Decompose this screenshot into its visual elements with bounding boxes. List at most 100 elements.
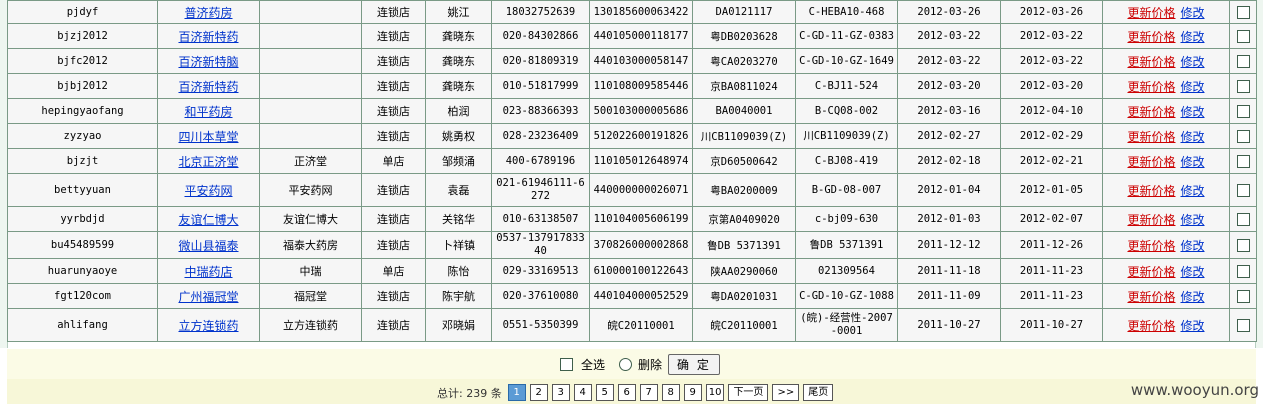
pharmacy-name-link[interactable]: 广州福冠堂 — [178, 290, 238, 304]
pharmacy-name-link[interactable]: 百济新特药 — [178, 30, 238, 44]
phone-cell: 020-81809319 — [491, 48, 590, 74]
pharmacy-name-link[interactable]: 微山县福泰 — [178, 239, 238, 253]
update-price-link[interactable]: 更新价格 — [1127, 55, 1175, 69]
update-price-link[interactable]: 更新价格 — [1127, 80, 1175, 94]
updated-date-cell: 2011-10-27 — [1000, 308, 1103, 342]
delete-label: 删除 — [638, 358, 663, 372]
select-all-label: 全选 — [581, 358, 606, 372]
pharmacy-name-link[interactable]: 平安药网 — [184, 184, 232, 198]
edit-link[interactable]: 修改 — [1181, 105, 1205, 119]
permit-code-cell: 皖C20110001 — [692, 308, 796, 342]
edit-link[interactable]: 修改 — [1181, 265, 1205, 279]
next-page-link[interactable]: 下一页 — [728, 384, 769, 401]
page-link-3[interactable]: 3 — [551, 384, 570, 401]
edit-link[interactable]: 修改 — [1181, 80, 1205, 94]
phone-cell: 029-33169513 — [491, 258, 590, 284]
page-link-6[interactable]: 6 — [617, 384, 636, 401]
page-link-5[interactable]: 5 — [595, 384, 614, 401]
page-link-4[interactable]: 4 — [573, 384, 592, 401]
update-price-link[interactable]: 更新价格 — [1127, 290, 1175, 304]
select-all-checkbox[interactable] — [560, 358, 573, 371]
contact-name-cell: 陈宇航 — [425, 283, 492, 309]
row-select-checkbox[interactable] — [1236, 183, 1250, 197]
page-link-9[interactable]: 9 — [683, 384, 702, 401]
edit-link[interactable]: 修改 — [1181, 155, 1205, 169]
pharmacy-name-cell: 和平药房 — [157, 98, 260, 124]
pharmacy-name-cell: 立方连锁药 — [157, 308, 260, 342]
row-select-checkbox[interactable] — [1236, 289, 1250, 303]
pharmacy-name-link[interactable]: 四川本草堂 — [178, 130, 238, 144]
alias-cell: 正济堂 — [259, 148, 362, 174]
pharmacy-name-link[interactable]: 北京正济堂 — [178, 155, 238, 169]
updated-date-cell: 2011-11-23 — [1000, 283, 1103, 309]
row-select-checkbox[interactable] — [1236, 5, 1250, 19]
store-type-cell: 单店 — [361, 258, 426, 284]
pharmacy-name-link[interactable]: 百济新特药 — [178, 80, 238, 94]
pharmacy-name-cell: 百济新特脑 — [157, 48, 260, 74]
row-select-checkbox[interactable] — [1236, 104, 1250, 118]
update-price-link[interactable]: 更新价格 — [1127, 105, 1175, 119]
edit-link[interactable]: 修改 — [1181, 239, 1205, 253]
update-price-link[interactable]: 更新价格 — [1127, 213, 1175, 227]
pagination-bar: 总计: 239 条 1 2 3 4 5 6 7 8 9 10 下一页 >> 尾页 — [7, 379, 1256, 404]
edit-link[interactable]: 修改 — [1181, 184, 1205, 198]
username-cell: bjbj2012 — [7, 73, 158, 99]
license-number-cell: 440104000052529 — [589, 283, 693, 309]
permit-code-cell: 京BA0811024 — [692, 73, 796, 99]
edit-link[interactable]: 修改 — [1181, 6, 1205, 20]
site-watermark: www.wooyun.org — [1130, 381, 1259, 399]
update-price-link[interactable]: 更新价格 — [1127, 130, 1175, 144]
phone-cell: 010-63138507 — [491, 206, 590, 232]
pharmacy-name-link[interactable]: 友谊仁博大 — [178, 213, 238, 227]
row-select-checkbox[interactable] — [1236, 318, 1250, 332]
update-price-link[interactable]: 更新价格 — [1127, 184, 1175, 198]
pharmacy-name-link[interactable]: 和平药房 — [184, 105, 232, 119]
row-select-checkbox[interactable] — [1236, 54, 1250, 68]
edit-link[interactable]: 修改 — [1181, 30, 1205, 44]
username-cell: fgt120com — [7, 283, 158, 309]
delete-radio[interactable] — [619, 358, 633, 371]
update-price-link[interactable]: 更新价格 — [1127, 265, 1175, 279]
row-select-checkbox[interactable] — [1236, 79, 1250, 93]
pharmacy-name-cell: 广州福冠堂 — [157, 283, 260, 309]
phone-cell: 400-6789196 — [491, 148, 590, 174]
row-select-checkbox[interactable] — [1236, 29, 1250, 43]
row-select-cell — [1229, 0, 1257, 24]
license-number-cell: 130185600063422 — [589, 0, 693, 24]
update-price-link[interactable]: 更新价格 — [1127, 30, 1175, 44]
page-link-7[interactable]: 7 — [639, 384, 658, 401]
row-select-checkbox[interactable] — [1236, 212, 1250, 226]
page-link-1[interactable]: 1 — [507, 384, 526, 401]
pharmacy-name-link[interactable]: 立方连锁药 — [178, 319, 238, 333]
row-select-checkbox[interactable] — [1236, 238, 1250, 252]
pharmacy-name-link[interactable]: 百济新特脑 — [178, 55, 238, 69]
created-date-cell: 2012-03-22 — [897, 48, 1001, 74]
update-price-link[interactable]: 更新价格 — [1127, 155, 1175, 169]
edit-link[interactable]: 修改 — [1181, 319, 1205, 333]
license-number-cell: 440105000118177 — [589, 23, 693, 49]
contact-name-cell: 姚江 — [425, 0, 492, 24]
page-link-2[interactable]: 2 — [529, 384, 548, 401]
edit-link[interactable]: 修改 — [1181, 213, 1205, 227]
update-price-link[interactable]: 更新价格 — [1127, 319, 1175, 333]
last-page-link[interactable]: 尾页 — [803, 384, 834, 401]
jump-page-link[interactable]: >> — [772, 384, 800, 401]
update-price-link[interactable]: 更新价格 — [1127, 6, 1175, 20]
table-row: huarunyaoye 中瑞药店 中瑞 单店 陈怡 029-33169513 6100001… — [7, 258, 1257, 284]
contact-name-cell: 陈怡 — [425, 258, 492, 284]
confirm-button[interactable]: 确 定 — [668, 354, 720, 375]
pharmacy-name-link[interactable]: 中瑞药店 — [184, 265, 232, 279]
row-actions-cell: 更新价格 修改 — [1102, 206, 1230, 232]
update-price-link[interactable]: 更新价格 — [1127, 239, 1175, 253]
row-select-checkbox[interactable] — [1236, 129, 1250, 143]
row-select-checkbox[interactable] — [1236, 264, 1250, 278]
store-type-cell: 连锁店 — [361, 308, 426, 342]
edit-link[interactable]: 修改 — [1181, 130, 1205, 144]
row-select-checkbox[interactable] — [1236, 154, 1250, 168]
page-link-10[interactable]: 10 — [705, 384, 725, 401]
pharmacy-name-link[interactable]: 普济药房 — [184, 6, 232, 20]
edit-link[interactable]: 修改 — [1181, 290, 1205, 304]
page-link-8[interactable]: 8 — [661, 384, 680, 401]
certificate-code-cell: (皖)-经营性-2007-0001 — [795, 308, 898, 342]
edit-link[interactable]: 修改 — [1181, 55, 1205, 69]
